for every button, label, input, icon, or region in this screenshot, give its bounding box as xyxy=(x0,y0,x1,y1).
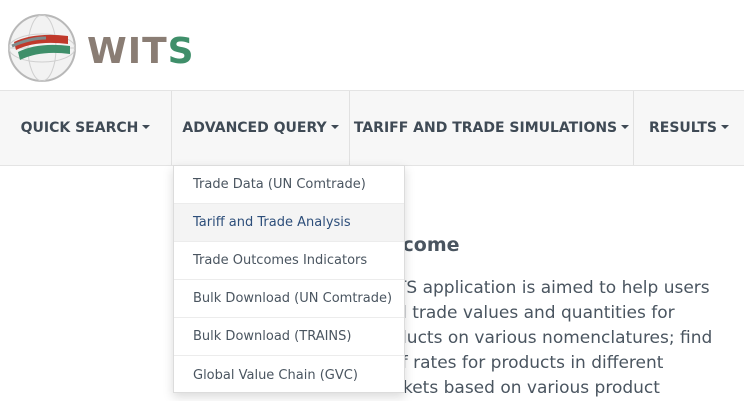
menu-item-trade-data-un-comtrade[interactable]: Trade Data (UN Comtrade) xyxy=(174,166,404,204)
site-header: WITS xyxy=(0,0,744,90)
logo-wordmark-end: S xyxy=(167,31,195,72)
welcome-body: TS application is aimed to help users d … xyxy=(396,276,741,401)
main-navbar: QUICK SEARCH ADVANCED QUERY TARIFF AND T… xyxy=(0,90,744,166)
welcome-title: lcome xyxy=(396,234,460,256)
menu-item-bulk-download-un-comtrade[interactable]: Bulk Download (UN Comtrade) xyxy=(174,280,404,318)
caret-down-icon xyxy=(142,125,151,129)
wits-logo[interactable]: WITS xyxy=(6,12,194,84)
advanced-query-dropdown-menu: Trade Data (UN Comtrade) Tariff and Trad… xyxy=(173,165,405,393)
globe-logo-icon xyxy=(8,14,76,82)
menu-item-tariff-and-trade-analysis[interactable]: Tariff and Trade Analysis xyxy=(174,204,404,242)
welcome-line: d trade values and quantities for xyxy=(396,303,675,323)
caret-down-icon xyxy=(721,125,730,129)
nav-advanced-query[interactable]: ADVANCED QUERY xyxy=(172,91,350,165)
nav-advanced-query-label: ADVANCED QUERY xyxy=(182,120,327,136)
logo-wordmark: WITS xyxy=(87,32,195,72)
nav-results-label: RESULTS xyxy=(648,120,718,136)
menu-item-global-value-chain-gvc[interactable]: Global Value Chain (GVC) xyxy=(174,356,404,394)
welcome-line: ducts on various nomenclatures; find xyxy=(396,328,713,348)
welcome-line: TS application is aimed to help users xyxy=(396,278,710,298)
nav-quick-search-label: QUICK SEARCH xyxy=(20,120,139,136)
nav-tariff-trade-simulations-label: TARIFF AND TRADE SIMULATIONS xyxy=(353,120,618,136)
nav-tariff-trade-simulations[interactable]: TARIFF AND TRADE SIMULATIONS xyxy=(350,91,634,165)
menu-item-bulk-download-trains[interactable]: Bulk Download (TRAINS) xyxy=(174,318,404,356)
caret-down-icon xyxy=(330,125,339,129)
nav-results[interactable]: RESULTS xyxy=(634,91,744,165)
menu-item-trade-outcomes-indicators[interactable]: Trade Outcomes Indicators xyxy=(174,242,404,280)
caret-down-icon xyxy=(621,125,630,129)
nav-quick-search[interactable]: QUICK SEARCH xyxy=(0,91,172,165)
logo-wordmark-main: WIT xyxy=(87,31,168,72)
welcome-line: rkets based on various product xyxy=(396,378,660,398)
welcome-line: ff rates for products in different xyxy=(396,353,664,373)
